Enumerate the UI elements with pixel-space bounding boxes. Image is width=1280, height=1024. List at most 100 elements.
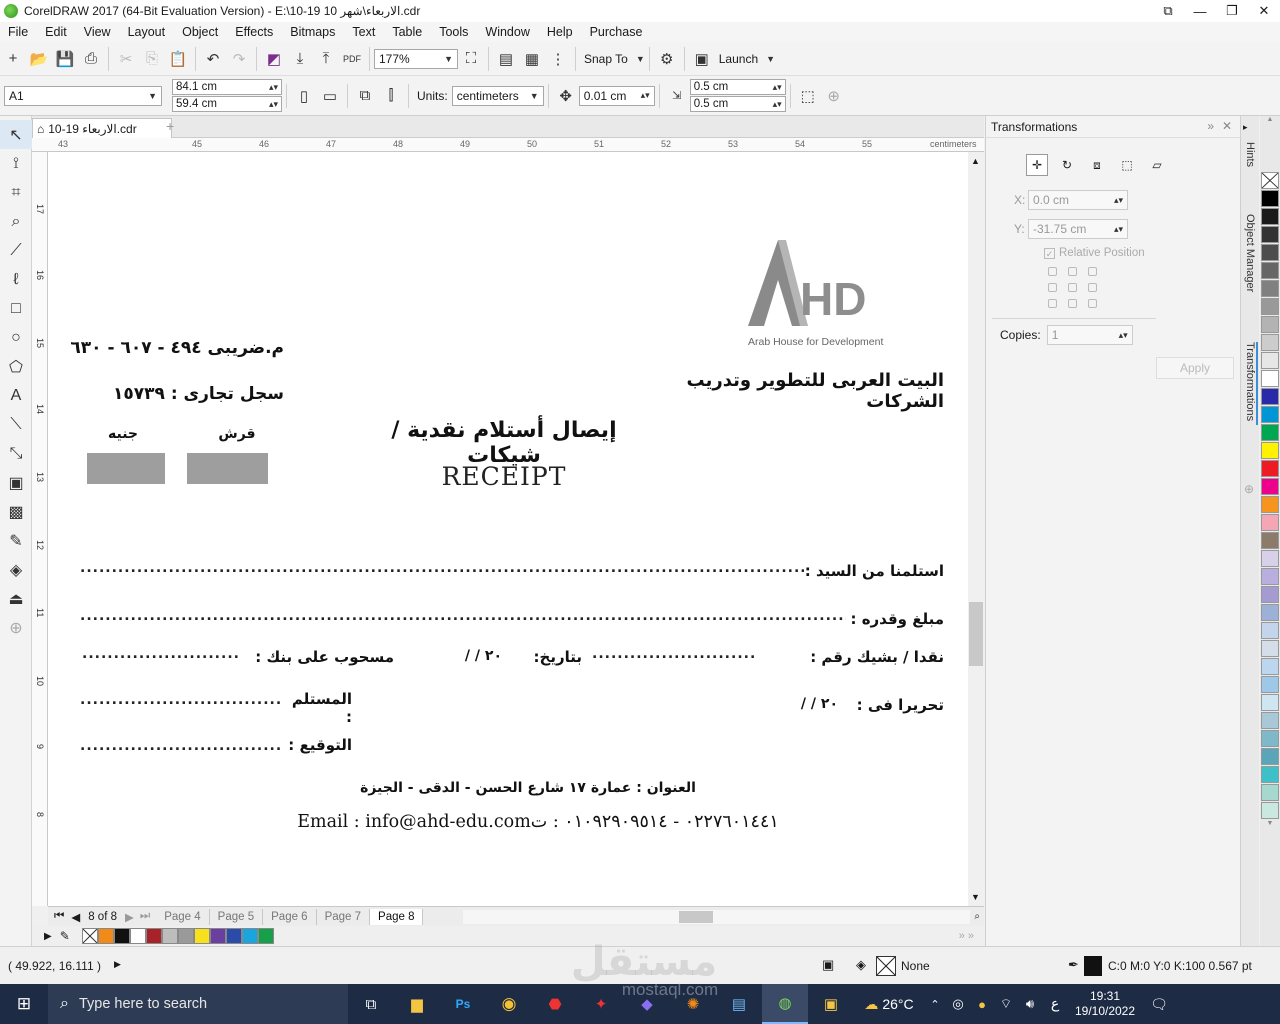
- transformations-tab[interactable]: Transformations: [1244, 342, 1258, 426]
- show-guidelines-icon[interactable]: ⋮: [545, 47, 571, 71]
- color-swatch[interactable]: [177, 928, 194, 944]
- pick-tool-icon[interactable]: ↖: [0, 120, 32, 149]
- horizontal-scrollbar-thumb[interactable]: [679, 910, 714, 923]
- windows-start-icon[interactable]: ⊞: [0, 994, 48, 1014]
- launch-dropdown[interactable]: Launch: [719, 52, 758, 66]
- horizontal-ruler[interactable]: 43 45 46 47 48 49 50 51 52 53 54 55 cent…: [32, 138, 984, 152]
- treat-as-filled-icon[interactable]: ⬚: [795, 84, 821, 108]
- hints-tab[interactable]: Hints: [1244, 142, 1256, 167]
- show-grid-icon[interactable]: ▦: [519, 47, 545, 71]
- parallel-dimension-icon[interactable]: ⟍: [0, 410, 32, 439]
- menu-effects[interactable]: Effects: [227, 25, 282, 39]
- color-swatch[interactable]: [1261, 658, 1279, 675]
- page-tab-6[interactable]: Page 6: [263, 908, 317, 925]
- palette-expand-icon[interactable]: ▶: [44, 931, 52, 942]
- network-tray-icon[interactable]: ◎: [946, 996, 970, 1012]
- scale-mirror-icon[interactable]: ⧈: [1086, 154, 1108, 176]
- color-swatch[interactable]: [129, 928, 146, 944]
- color-swatch[interactable]: [1261, 478, 1279, 495]
- export-icon[interactable]: ⤒: [313, 47, 339, 71]
- add-docker-icon[interactable]: ⊕: [1244, 482, 1254, 496]
- color-swatch[interactable]: [1261, 784, 1279, 801]
- gear-icon[interactable]: ⚙: [654, 47, 680, 71]
- anchor-point[interactable]: [1048, 267, 1057, 276]
- paste-icon[interactable]: 📋: [165, 47, 191, 71]
- color-swatch[interactable]: [1261, 424, 1279, 441]
- rotate-icon[interactable]: ↻: [1056, 154, 1078, 176]
- weather-widget[interactable]: ☁ 26°C: [854, 996, 924, 1013]
- drawing-canvas[interactable]: HD Arab House for Development البيت العر…: [48, 152, 968, 906]
- vertical-ruler[interactable]: 17 16 15 14 13 12 11 10 9 8: [32, 152, 48, 906]
- object-manager-tab[interactable]: Object Manager: [1244, 214, 1256, 292]
- color-swatch[interactable]: [1261, 640, 1279, 657]
- anchor-point[interactable]: [1068, 299, 1077, 308]
- status-expand-icon[interactable]: ▶: [114, 959, 121, 970]
- menu-layout[interactable]: Layout: [120, 25, 175, 39]
- artistic-media-icon[interactable]: ℓ: [0, 265, 32, 294]
- color-swatch[interactable]: [1261, 712, 1279, 729]
- file-explorer-icon[interactable]: ▆: [394, 995, 440, 1013]
- color-swatch[interactable]: [1261, 604, 1279, 621]
- color-swatch[interactable]: [1261, 802, 1279, 819]
- coreldraw-taskbar-icon[interactable]: ◍: [762, 984, 808, 1024]
- add-tab-icon[interactable]: +: [166, 118, 174, 134]
- snap-to-dropdown[interactable]: Snap To: [584, 52, 628, 66]
- connector-tool-icon[interactable]: ⤡: [0, 439, 32, 468]
- tray-app-icon[interactable]: ●: [970, 997, 994, 1012]
- color-swatch[interactable]: [193, 928, 210, 944]
- chevron-up-icon[interactable]: ⌃: [924, 998, 946, 1011]
- first-page-icon[interactable]: ⏮: [54, 910, 64, 923]
- color-swatch[interactable]: [1261, 316, 1279, 333]
- menu-window[interactable]: Window: [477, 25, 538, 39]
- menu-text[interactable]: Text: [344, 25, 384, 39]
- transparency-tool-icon[interactable]: ▩: [0, 497, 32, 526]
- anchor-point[interactable]: [1068, 267, 1077, 276]
- color-swatch[interactable]: [161, 928, 178, 944]
- color-swatch[interactable]: [1261, 244, 1279, 261]
- redo-icon[interactable]: ↷: [226, 47, 252, 71]
- color-swatch[interactable]: [241, 928, 258, 944]
- portrait-icon[interactable]: ▯: [291, 84, 317, 108]
- anchor-point[interactable]: [1048, 283, 1057, 292]
- document-tab[interactable]: ⌂ 10-19 الاربعاء.cdr: [32, 118, 172, 138]
- crop-tool-icon[interactable]: ⌗: [0, 178, 32, 207]
- last-page-icon[interactable]: ⏭: [140, 910, 150, 923]
- undo-icon[interactable]: ↶: [200, 47, 226, 71]
- page-tab-5[interactable]: Page 5: [210, 908, 264, 925]
- eyedropper-icon[interactable]: ✎: [0, 526, 32, 555]
- menu-object[interactable]: Object: [174, 25, 227, 39]
- no-color-swatch[interactable]: [81, 928, 98, 944]
- color-swatch[interactable]: [1261, 280, 1279, 297]
- menu-bitmaps[interactable]: Bitmaps: [282, 25, 344, 39]
- page-width-field[interactable]: 84.1 cm ▴▾: [172, 79, 282, 95]
- page-size-select[interactable]: A1 ▼: [4, 85, 162, 106]
- save-icon[interactable]: 💾: [52, 47, 78, 71]
- smart-fill-icon[interactable]: ⏏: [0, 584, 32, 613]
- anchor-point[interactable]: [1088, 299, 1097, 308]
- new-document-icon[interactable]: +: [0, 47, 26, 71]
- horizontal-scrollbar[interactable]: [463, 909, 971, 924]
- menu-file[interactable]: File: [0, 25, 37, 39]
- menu-help[interactable]: Help: [539, 25, 582, 39]
- anchor-point[interactable]: [1048, 299, 1057, 308]
- restore-tab-icon[interactable]: ⧉: [1152, 0, 1184, 22]
- color-swatch[interactable]: [113, 928, 130, 944]
- chrome-icon[interactable]: ◉: [486, 994, 532, 1014]
- zoom-to-page-icon[interactable]: ⌕: [974, 911, 980, 922]
- docker-close-icon[interactable]: ✕: [1222, 119, 1232, 133]
- color-swatch[interactable]: [257, 928, 274, 944]
- color-swatch[interactable]: [1261, 766, 1279, 783]
- apply-button[interactable]: Apply: [1156, 357, 1234, 379]
- units-select[interactable]: centimeters ▼: [451, 85, 544, 106]
- docker-collapse-icon[interactable]: »: [1207, 119, 1214, 133]
- photoshop-icon[interactable]: Ps: [440, 997, 486, 1011]
- freehand-tool-icon[interactable]: ⟋: [0, 236, 32, 265]
- palette-scroll-up-icon[interactable]: ▲: [1260, 116, 1280, 124]
- page-tab-7[interactable]: Page 7: [317, 908, 371, 925]
- text-tool-icon[interactable]: A: [0, 381, 32, 410]
- search-content-icon[interactable]: ◩: [261, 47, 287, 71]
- notifications-icon[interactable]: 🗨︎: [1142, 996, 1176, 1013]
- ellipse-tool-icon[interactable]: ○: [0, 323, 32, 352]
- page-tab-8[interactable]: Page 8: [370, 908, 424, 925]
- cut-icon[interactable]: ✂: [113, 47, 139, 71]
